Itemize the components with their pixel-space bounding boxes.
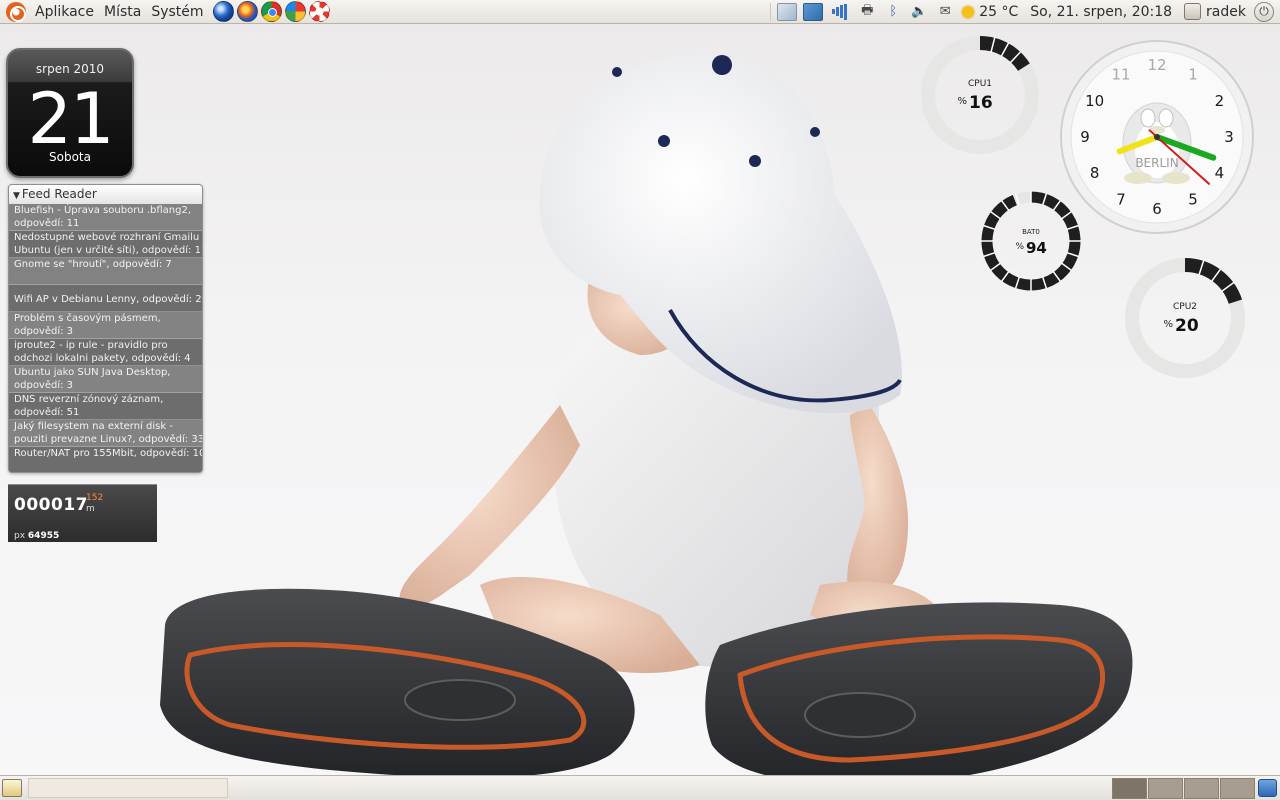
clock-number: 3 xyxy=(1224,128,1234,146)
feed-item[interactable]: DNS reverzní zónový záznam, odpovědí: 51 xyxy=(9,393,202,420)
mail-icon[interactable]: ✉ xyxy=(935,3,955,21)
weather-temperature: 25 °C xyxy=(979,3,1019,20)
feed-item[interactable]: Bluefish - Úprava souboru .bflang2, odpov… xyxy=(9,204,202,231)
cpu1-label: CPU1 xyxy=(968,79,992,89)
google-earth-launcher-icon[interactable] xyxy=(212,1,234,22)
feed-item[interactable]: Router/NAT pro 155Mbit, odpovědí: 10 xyxy=(9,447,202,472)
menu-aplikace[interactable]: Aplikace xyxy=(30,0,99,24)
clock-number: 10 xyxy=(1085,92,1104,110)
clock-number: 4 xyxy=(1215,164,1225,182)
clock-center-pin xyxy=(1154,134,1160,140)
bat0-label: BAT0 xyxy=(1022,228,1040,236)
window-list[interactable] xyxy=(28,778,228,798)
trash-icon[interactable] xyxy=(1258,779,1277,797)
feed-reader-widget: ▼ Feed Reader Bluefish - Úprava souboru .… xyxy=(8,184,203,473)
bluetooth-icon[interactable]: ᛒ xyxy=(883,3,903,21)
menu-system[interactable]: Systém xyxy=(146,0,208,24)
workspace-1[interactable] xyxy=(1112,778,1147,799)
bat0-value: 94 xyxy=(1026,239,1047,257)
feed-list: Bluefish - Úprava souboru .bflang2, odpov… xyxy=(9,204,202,472)
feed-reader-header[interactable]: ▼ Feed Reader xyxy=(9,185,202,204)
launcher-area xyxy=(212,1,330,22)
calendar-widget[interactable]: srpen 2010 21 Sobota xyxy=(6,48,134,178)
chrome-launcher-icon[interactable] xyxy=(260,1,282,22)
signal-strength-icon[interactable] xyxy=(829,3,851,21)
top-panel-right: 🖶 ᛒ 🔈 ✉ 25 °C So, 21. srpen, 20:18 radek… xyxy=(767,0,1280,24)
feed-item[interactable]: Jaký filesystem na externí disk - pouziti… xyxy=(9,420,202,447)
cpu2-gauge-arc xyxy=(1184,258,1243,305)
workspace-switcher xyxy=(1112,778,1256,799)
feed-item[interactable]: Problém s časovým pásmem, odpovědí: 3 xyxy=(9,312,202,339)
cpu2-label: CPU2 xyxy=(1173,302,1197,312)
clock-number: 6 xyxy=(1152,200,1162,218)
clock-number: 12 xyxy=(1147,56,1166,74)
feed-item[interactable]: Ubuntu jako SUN Java Desktop, odpovědí: 3 xyxy=(9,366,202,393)
cpu2-value: 20 xyxy=(1175,316,1199,336)
help-launcher-icon[interactable] xyxy=(308,1,330,22)
top-panel: Aplikace Místa Systém 🖶 ᛒ 🔈 ✉ 25 °C So, … xyxy=(0,0,1280,24)
counter-unit: m xyxy=(86,504,95,514)
feed-item[interactable]: Wifi AP v Debianu Lenny, odpovědí: 2 xyxy=(9,285,202,312)
clock-number: 1 xyxy=(1188,66,1198,84)
cpu1-value: 16 xyxy=(969,93,993,113)
feed-item[interactable]: Gnome se "hroutí", odpovědí: 7 xyxy=(9,258,202,285)
feed-reader-title: Feed Reader xyxy=(21,187,97,201)
volume-icon[interactable]: 🔈 xyxy=(909,3,929,21)
workspace-2[interactable] xyxy=(1148,778,1183,799)
user-name: radek xyxy=(1206,3,1246,20)
update-notifier-icon[interactable]: 🖶 xyxy=(857,3,877,21)
power-icon[interactable]: ⏻ xyxy=(1254,1,1274,22)
network-monitor-icon[interactable] xyxy=(777,2,798,21)
clock-number: 9 xyxy=(1080,128,1090,146)
clock-city: BERLIN xyxy=(1135,156,1178,170)
bat0-percent-sign: % xyxy=(1015,242,1024,252)
calendar-day: 21 xyxy=(27,78,114,160)
clock-number: 8 xyxy=(1090,164,1100,182)
counter-small-value: 152 xyxy=(86,493,104,503)
picasa-launcher-icon[interactable] xyxy=(284,1,306,22)
feed-item[interactable]: iproute2 - ip rule - pravidlo pro odchozi… xyxy=(9,339,202,366)
clock-number: 11 xyxy=(1111,66,1130,84)
map-tray-icon[interactable] xyxy=(803,2,824,21)
distance-counter-widget: 000017 152 m px 64955 xyxy=(8,484,157,542)
cpu2-gauge: CPU2 % 20 xyxy=(1124,257,1246,379)
feed-item[interactable]: Nedostupné webové rozhraní Gmailu v Ubunt… xyxy=(9,231,202,258)
counter-pixels: px 64955 xyxy=(14,531,60,541)
cpu1-gauge: CPU1 % 16 xyxy=(920,35,1040,155)
analog-clock-widget: BERLIN 12 1 2 3 4 5 6 7 8 9 10 11 xyxy=(1058,38,1256,236)
clock-number: 2 xyxy=(1215,92,1225,110)
clock-number: 5 xyxy=(1188,190,1198,208)
bottom-panel xyxy=(0,775,1280,800)
firefox-launcher-icon[interactable] xyxy=(236,1,258,22)
cpu1-percent-sign: % xyxy=(957,96,967,107)
sun-icon xyxy=(962,5,975,18)
ubuntu-logo-icon[interactable] xyxy=(6,1,26,22)
user-status-icon xyxy=(1184,3,1202,20)
clock-number: 7 xyxy=(1116,190,1126,208)
show-desktop-icon[interactable] xyxy=(2,779,22,797)
panel-clock[interactable]: So, 21. srpen, 20:18 xyxy=(1030,4,1172,20)
top-panel-left: Aplikace Místa Systém xyxy=(0,0,330,24)
tray-separator xyxy=(770,2,772,21)
collapse-triangle-icon: ▼ xyxy=(13,191,20,201)
cpu2-percent-sign: % xyxy=(1163,319,1173,330)
counter-value: 000017 xyxy=(14,495,88,515)
calendar-month-year: srpen 2010 xyxy=(35,62,105,76)
workspace-3[interactable] xyxy=(1184,778,1219,799)
user-switcher[interactable]: radek xyxy=(1184,3,1246,20)
workspace-4[interactable] xyxy=(1220,778,1255,799)
weather-applet[interactable]: 25 °C xyxy=(962,4,1018,20)
menu-mista[interactable]: Místa xyxy=(99,0,146,24)
